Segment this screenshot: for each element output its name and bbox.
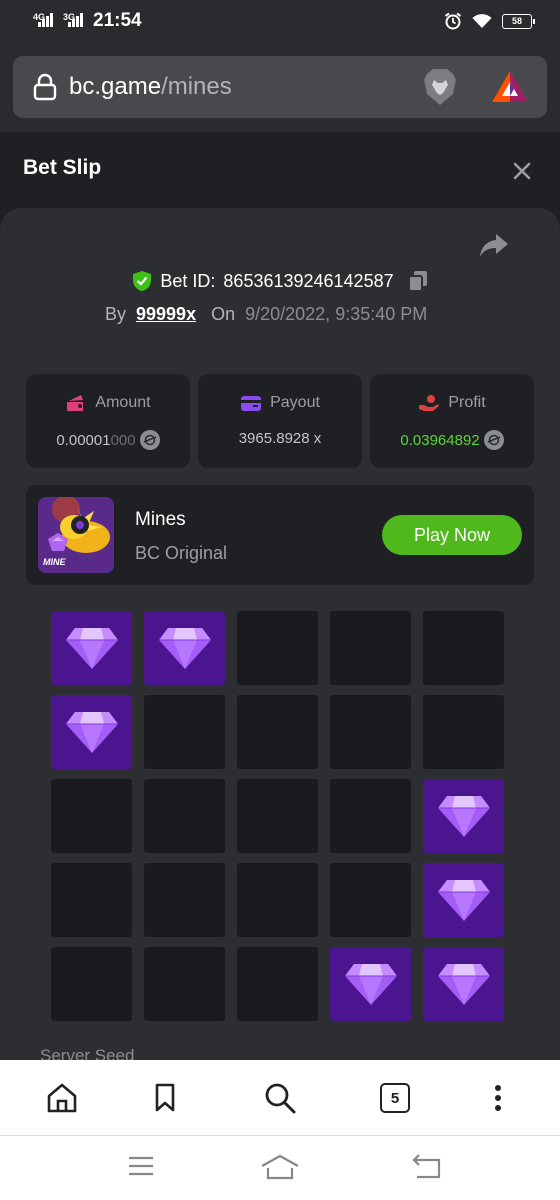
close-icon[interactable] — [509, 158, 535, 184]
copy-icon[interactable] — [407, 270, 428, 292]
xlm-coin-icon — [483, 430, 504, 450]
search-button[interactable] — [262, 1080, 298, 1116]
gem-tile — [423, 779, 504, 853]
gem-icon — [65, 626, 119, 670]
profit-hand-icon — [419, 395, 440, 411]
more-vertical-icon — [495, 1085, 501, 1111]
payout-value: 3965.8928 x — [238, 430, 322, 447]
gem-icon — [437, 794, 491, 838]
hidden-tile — [330, 611, 411, 685]
battery-level: 58 — [511, 16, 522, 26]
url-domain: bc.game — [69, 73, 162, 100]
game-name: Mines — [135, 509, 186, 530]
bet-slip-card: Bet ID: 86536139246142587 By 99999x On 9… — [0, 208, 560, 1065]
gem-icon — [65, 710, 119, 754]
play-now-button[interactable]: Play Now — [382, 515, 522, 555]
payout-label: Payout — [270, 394, 320, 411]
browser-toolbar: bc.game/mines — [0, 44, 560, 132]
thumbnail-label: MINE — [43, 557, 66, 567]
bookmark-button[interactable] — [147, 1080, 183, 1116]
alarm-icon — [444, 12, 462, 30]
gem-icon — [437, 878, 491, 922]
bet-id-value: 86536139246142587 — [223, 270, 394, 291]
gem-icon — [158, 626, 212, 670]
address-bar[interactable]: bc.game/mines — [13, 56, 547, 118]
hidden-tile — [237, 779, 318, 853]
url-text[interactable]: bc.game/mines — [69, 73, 232, 101]
amount-value: 0.00001000 — [56, 431, 136, 449]
profit-stat: Profit 0.03964892 — [370, 374, 534, 468]
profit-label: Profit — [448, 394, 486, 411]
gem-tile — [144, 611, 225, 685]
hidden-tile — [423, 611, 504, 685]
clock: 21:54 — [93, 10, 142, 31]
bat-rewards-icon[interactable] — [491, 70, 529, 104]
gem-tile — [423, 863, 504, 937]
profit-value: 0.03964892 — [400, 431, 480, 449]
bet-author-row: By 99999x On 9/20/2022, 9:35:40 PM — [105, 304, 427, 325]
page-title: Bet Slip — [23, 156, 102, 179]
game-subtitle: BC Original — [135, 543, 228, 563]
verified-shield-icon — [133, 271, 152, 291]
lock-icon — [33, 73, 57, 101]
bet-date: 9/20/2022, 9:35:40 PM — [245, 304, 428, 324]
recent-apps-icon[interactable] — [127, 1154, 155, 1178]
signal-4g-icon — [38, 13, 53, 27]
hidden-tile — [237, 611, 318, 685]
home-button[interactable] — [44, 1080, 80, 1116]
hidden-tile — [144, 695, 225, 769]
gem-icon — [437, 962, 491, 1006]
gem-tile — [423, 947, 504, 1021]
tab-count: 5 — [380, 1083, 410, 1113]
hidden-tile — [51, 863, 132, 937]
on-label: On — [211, 304, 236, 324]
search-icon — [265, 1083, 296, 1114]
hidden-tile — [237, 863, 318, 937]
hidden-tile — [423, 695, 504, 769]
more-menu-button[interactable] — [480, 1080, 516, 1116]
username-link[interactable]: 99999x — [136, 304, 196, 325]
url-path: /mines — [161, 73, 232, 100]
signal-3g-icon — [68, 13, 83, 27]
mines-board — [51, 611, 504, 1021]
mines-game-thumbnail[interactable]: MINE — [38, 497, 114, 573]
hidden-tile — [330, 779, 411, 853]
by-label: By — [105, 304, 127, 324]
bookmark-icon — [155, 1083, 175, 1112]
status-bar: 4G 3G 21:54 58 — [0, 0, 560, 44]
hidden-tile — [237, 695, 318, 769]
hidden-tile — [51, 779, 132, 853]
back-icon[interactable] — [410, 1154, 442, 1180]
hidden-tile — [330, 695, 411, 769]
wallet-icon — [241, 396, 262, 411]
amount-label: Amount — [95, 394, 151, 411]
home-icon — [47, 1083, 77, 1113]
hidden-tile — [51, 947, 132, 1021]
system-navigation-bar — [0, 1136, 560, 1200]
xlm-coin-icon — [139, 430, 160, 450]
hidden-tile — [237, 947, 318, 1021]
amount-stat: Amount 0.00001000 — [26, 374, 190, 468]
wifi-icon — [472, 14, 492, 28]
tabs-button[interactable]: 5 — [377, 1080, 413, 1116]
battery-icon: 58 — [502, 13, 535, 29]
bet-slip-header: Bet Slip — [0, 132, 560, 208]
hidden-tile — [144, 947, 225, 1021]
amount-icon — [67, 395, 84, 411]
browser-bottom-nav: 5 — [0, 1060, 560, 1136]
gem-icon — [344, 962, 398, 1006]
share-icon[interactable] — [478, 232, 510, 258]
bet-id-row: Bet ID: 86536139246142587 — [0, 270, 560, 292]
hidden-tile — [144, 779, 225, 853]
game-card: MINE Mines BC Original Play Now — [26, 485, 534, 585]
hidden-tile — [330, 863, 411, 937]
gem-tile — [51, 695, 132, 769]
home-system-icon[interactable] — [260, 1154, 300, 1180]
payout-stat: Payout 3965.8928 x — [198, 374, 362, 468]
bet-id-label: Bet ID: — [160, 270, 216, 291]
brave-shield-icon[interactable] — [423, 68, 457, 106]
hidden-tile — [144, 863, 225, 937]
gem-tile — [330, 947, 411, 1021]
gem-tile — [51, 611, 132, 685]
